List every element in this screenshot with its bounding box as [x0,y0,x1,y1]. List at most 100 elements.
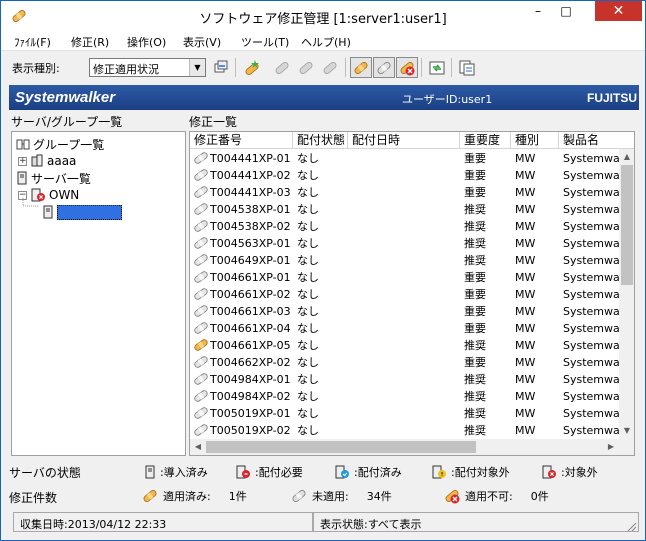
filter-applied-toggle[interactable] [350,57,372,78]
table-row[interactable]: T004661XP-04 なし 重要 MW Systemwa [190,320,620,337]
bandage-unapplied-icon [193,423,209,440]
col-product[interactable]: 製品名 [559,132,634,149]
cell-dist-status: なし [297,288,319,301]
add-bandage-icon [245,59,259,75]
display-type-value: 修正適用状況 [93,63,159,76]
display-type-select[interactable]: 修正適用状況 ▼ [89,58,206,77]
scroll-left-icon[interactable]: ◀ [190,439,206,455]
cell-fix-number: T004662XP-02 [210,356,291,369]
cell-product: Systemwa [563,152,619,165]
cell-product: Systemwa [563,373,619,386]
server-distributed-icon [334,465,350,479]
horizontal-scrollbar[interactable]: ◀ ▶ [190,439,619,455]
table-row[interactable]: T004661XP-02 なし 重要 MW Systemwa [190,286,620,303]
expand-icon[interactable]: + [18,156,27,166]
menu-view[interactable]: 表示(V) [183,34,221,50]
bandage-applied-icon [193,338,209,355]
bandage-unapplied-icon [193,389,209,406]
table-row[interactable]: T005019XP-02 なし 推奨 MW Systemwa [190,422,620,439]
col-dist-status[interactable]: 配付状態 [293,132,348,149]
table-row[interactable]: T004441XP-01 なし 重要 MW Systemwa [190,150,620,167]
table-row[interactable]: T004538XP-02 なし 推奨 MW Systemwa [190,218,620,235]
table-row[interactable]: T004441XP-03 なし 重要 MW Systemwa [190,184,620,201]
refresh-view-button[interactable] [210,57,232,78]
menu-help[interactable]: ヘルプ(H) [301,34,351,50]
cell-kind: MW [515,237,536,250]
minimize-button[interactable]: – [524,1,552,21]
horizontal-scroll-thumb[interactable] [206,441,476,453]
tree-connector-line [22,198,39,207]
cell-dist-date [352,337,457,354]
server-dist-required-icon [235,465,251,479]
cell-dist-date [352,286,457,303]
filter-not-applicable-toggle[interactable] [396,57,418,78]
col-dist-date[interactable]: 配付日時 [348,132,460,149]
legend-distributed-label: :配付済み [354,466,402,479]
vertical-scroll-thumb[interactable] [621,165,633,285]
scroll-up-icon[interactable]: ▲ [619,149,634,165]
filter-unapplied-toggle[interactable] [373,57,395,78]
tree-node-servers[interactable]: サーバ一覧 [16,170,91,186]
tree-node-groups[interactable]: グループ一覧 [16,136,104,152]
cell-dist-status: なし [297,390,319,403]
refresh-button[interactable] [426,57,448,78]
bandage-disabled-icon [323,61,337,74]
tree-selected-label: ███████ [57,204,123,220]
cell-dist-status: なし [297,152,319,165]
table-row[interactable]: T004984XP-02 なし 推奨 MW Systemwa [190,388,620,405]
scroll-corner [619,439,634,455]
delete-button-disabled[interactable] [319,57,341,78]
table-row[interactable]: T004649XP-01 なし 推奨 MW Systemwa [190,252,620,269]
export-button[interactable] [456,57,478,78]
menu-tools[interactable]: ツール(T) [241,34,289,50]
resize-grip-icon[interactable] [625,520,637,532]
vertical-scrollbar[interactable]: ▲ ▼ [619,149,634,439]
menu-fix[interactable]: 修正(R) [71,34,109,50]
refresh-icon [429,61,445,74]
table-row[interactable]: T004538XP-01 なし 推奨 MW Systemwa [190,201,620,218]
collection-date: 収集日時:2013/04/12 22:33 [13,512,313,532]
tree-node-aaaa[interactable]: + aaaa [18,153,76,169]
col-fix-number[interactable]: 修正番号 [190,132,293,149]
cell-severity: 重要 [464,152,486,165]
new-fix-button[interactable] [241,57,263,78]
col-kind[interactable]: 種別 [511,132,559,149]
bandage-unapplied-icon [193,219,209,236]
table-row[interactable]: T004661XP-05 なし 推奨 MW Systemwa [190,337,620,354]
table-row[interactable]: T004661XP-03 なし 重要 MW Systemwa [190,303,620,320]
cell-dist-date [352,201,457,218]
server-tree: グループ一覧 + aaaa サーバ一覧 − OWN ███████ [11,131,186,456]
server-installed-icon [144,465,156,479]
table-row[interactable]: T004563XP-01 なし 推奨 MW Systemwa [190,235,620,252]
table-row[interactable]: T005019XP-01 なし 推奨 MW Systemwa [190,405,620,422]
remove-button-disabled[interactable] [295,57,317,78]
cell-kind: MW [515,220,536,233]
apply-button-disabled[interactable] [271,57,293,78]
maximize-button[interactable]: □ [552,1,580,21]
menu-operation[interactable]: 操作(O) [127,34,166,50]
scroll-down-icon[interactable]: ▼ [619,423,634,439]
bandage-unapplied-icon [193,270,209,287]
cell-dist-date [352,354,457,371]
close-button[interactable]: ✕ [595,1,642,21]
table-row[interactable]: T004662XP-02 なし 重要 MW Systemwa [190,354,620,371]
tree-node-selected-server[interactable]: ███████ [42,204,123,220]
cell-fix-number: T004661XP-04 [210,322,291,335]
scroll-right-icon[interactable]: ▶ [603,439,619,455]
table-row[interactable]: T004441XP-02 なし 重要 MW Systemwa [190,167,620,184]
col-severity[interactable]: 重要度 [460,132,511,149]
legend-applied-count: 1件 [228,490,247,503]
table-row[interactable]: T004661XP-01 なし 重要 MW Systemwa [190,269,620,286]
cell-dist-status: なし [297,339,319,352]
dropdown-arrow-icon[interactable]: ▼ [189,59,205,76]
cell-severity: 重要 [464,186,486,199]
cell-dist-date [352,371,457,388]
cell-kind: MW [515,288,536,301]
menu-file[interactable]: ﾌｧｲﾙ(F) [14,34,51,50]
cell-fix-number: T004661XP-01 [210,271,291,284]
bandage-unapplied-icon [193,151,209,168]
table-row[interactable]: T004984XP-01 なし 推奨 MW Systemwa [190,371,620,388]
cell-dist-status: なし [297,271,319,284]
server-dist-excluded-icon [431,465,447,479]
cell-severity: 重要 [464,288,486,301]
